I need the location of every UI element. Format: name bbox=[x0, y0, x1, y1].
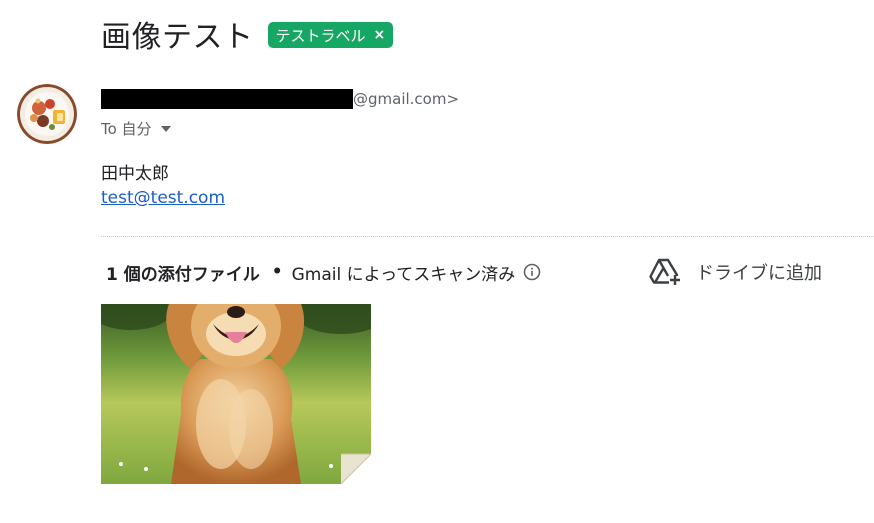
label-chip[interactable]: テストラベル × bbox=[267, 22, 394, 48]
attachments-header: 1 個の添付ファイル • Gmail によってスキャン済み bbox=[106, 259, 541, 285]
recipient-details-toggle[interactable]: To 自分 bbox=[101, 118, 171, 139]
attachments-divider bbox=[101, 236, 874, 237]
separator: • bbox=[271, 262, 283, 282]
redacted-sender bbox=[101, 89, 353, 109]
attachment-thumbnail[interactable] bbox=[101, 304, 371, 484]
email-subject: 画像テスト bbox=[101, 20, 254, 55]
scan-status: Gmail によってスキャン済み bbox=[291, 264, 516, 285]
dog-image bbox=[101, 304, 371, 484]
sender-email-suffix: @gmail.com> bbox=[353, 90, 460, 108]
add-to-drive-label: ドライブに追加 bbox=[696, 263, 822, 284]
label-chip-text: テストラベル bbox=[275, 26, 366, 45]
add-to-drive-icon bbox=[649, 258, 681, 286]
chevron-down-icon bbox=[160, 125, 171, 132]
avatar[interactable] bbox=[17, 84, 77, 144]
add-to-drive-button[interactable]: ドライブに追加 bbox=[649, 257, 822, 287]
body-email-link[interactable]: test@test.com bbox=[101, 188, 225, 208]
info-icon[interactable] bbox=[523, 263, 541, 281]
close-icon[interactable]: × bbox=[374, 27, 386, 43]
email-view: 画像テスト テストラベル × @gmail.com> To 自分 田中太郎 te… bbox=[0, 0, 874, 523]
sender-row: @gmail.com> bbox=[101, 89, 459, 109]
subject-row: 画像テスト テストラベル × bbox=[101, 12, 394, 56]
to-line: To 自分 bbox=[101, 120, 152, 138]
attachment-count: 1 個の添付ファイル bbox=[106, 264, 260, 285]
body-name: 田中太郎 bbox=[101, 164, 169, 184]
